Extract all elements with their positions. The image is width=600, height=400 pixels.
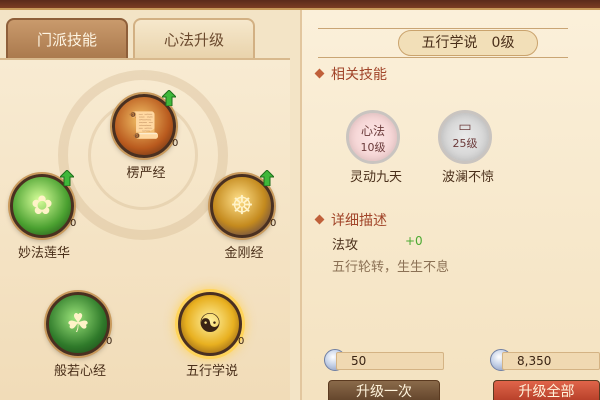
upgrade-arrow-icon [260,170,274,186]
yin-yang-icon: ☯ [178,292,242,356]
diamond-icon [314,68,325,79]
description-text: 五行轮转，生生不息 [332,260,450,275]
skill-title: 五行学说 0级 [398,30,538,56]
related-skill-lingdong[interactable]: 心法 10级 灵动九天 [336,110,416,185]
skill-level: 0 [106,336,113,347]
scroll-box-icon: ▭ 25级 [438,110,492,164]
skill-node-banruo[interactable]: ☘ 0 般若心经 [40,292,120,400]
upgrade-all-button[interactable]: 升级全部 [493,380,600,400]
related-skills-header: 相关技能 [314,64,387,84]
skill-label: 妙法莲华 [17,246,70,261]
upgrade-arrow-icon [60,170,74,186]
related-skill-name: 灵动九天 [349,170,402,185]
green-deity-icon: ☘ [46,292,110,356]
skill-level: 0 [70,218,77,229]
skill-node-lengyan[interactable]: 📜 0 楞严经 [106,90,186,204]
skill-level: 0 [172,138,179,149]
top-border [0,0,600,10]
heart-method-badge: 心法 10级 [346,110,400,164]
skill-label: 楞严经 [126,166,166,181]
related-skill-bolan[interactable]: ▭ 25级 波澜不惊 [428,110,508,185]
skill-node-jingang[interactable]: ☸ 0 金刚经 [204,170,284,284]
skill-label: 五行学说 [185,364,238,379]
cost-owned: 8,350 [502,352,600,370]
skill-node-wuxing[interactable]: ☯ 0 五行学说 [172,292,252,400]
tab-sect-skills[interactable]: 门派技能 [6,18,128,60]
cost-required: 50 [336,352,444,370]
stat-label: 法攻 [332,238,359,253]
stat-value: +0 [405,234,423,248]
description-header: 详细描述 [314,210,387,230]
skill-level: 0 [238,336,245,347]
upgrade-arrow-icon [162,90,176,106]
skill-level: 0 [270,218,277,229]
diamond-icon [314,214,325,225]
skill-label: 般若心经 [53,364,106,379]
skill-label: 金刚经 [224,246,264,261]
skill-node-miaofa[interactable]: ✿ 0 妙法莲华 [4,170,84,284]
related-skill-name: 波澜不惊 [441,170,494,185]
tab-mind-upgrade[interactable]: 心法升级 [133,18,255,60]
upgrade-once-button[interactable]: 升级一次 [328,380,440,400]
